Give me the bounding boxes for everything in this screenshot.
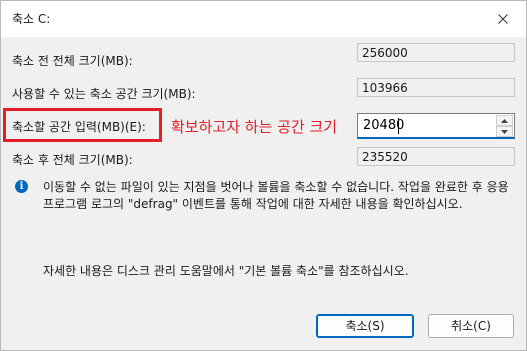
close-icon [498, 14, 508, 24]
available-space-value: 103966 [357, 78, 515, 97]
info-icon: i [15, 180, 28, 193]
help-message: 자세한 내용은 디스크 관리 도움말에서 "기본 볼륨 축소"를 참조하십시오. [43, 264, 409, 278]
annotation-text: 확보하고자 하는 공간 크기 [171, 118, 338, 136]
spin-buttons [496, 115, 513, 137]
shrink-amount-input[interactable]: 20480 [357, 113, 515, 139]
shrink-dialog: 축소 C: 축소 전 전체 크기(MB): 256000 사용할 수 있는 축소… [0, 0, 527, 351]
close-button[interactable] [480, 1, 526, 37]
spin-down-button[interactable] [496, 126, 513, 137]
total-after-label: 축소 후 전체 크기(MB): [12, 153, 133, 167]
chevron-up-icon [501, 118, 508, 123]
available-space-label: 사용할 수 있는 축소 공간 크기(MB): [12, 87, 196, 101]
window-title: 축소 C: [12, 12, 51, 26]
total-before-value: 256000 [357, 43, 515, 62]
info-message: 이동할 수 없는 파일이 있는 지점을 벗어나 볼륨을 축소할 수 없습니다. … [43, 180, 509, 211]
shrink-button[interactable]: 축소(S) [316, 314, 414, 338]
spin-up-button[interactable] [496, 115, 513, 126]
chevron-down-icon [501, 129, 508, 134]
shrink-amount-label: 축소할 공간 입력(MB)(E): [12, 120, 146, 134]
title-bar: 축소 C: [1, 1, 526, 37]
total-before-label: 축소 전 전체 크기(MB): [12, 54, 133, 68]
cancel-button[interactable]: 취소(C) [428, 314, 514, 338]
text-caret [398, 118, 399, 134]
total-after-value: 235520 [357, 147, 515, 166]
